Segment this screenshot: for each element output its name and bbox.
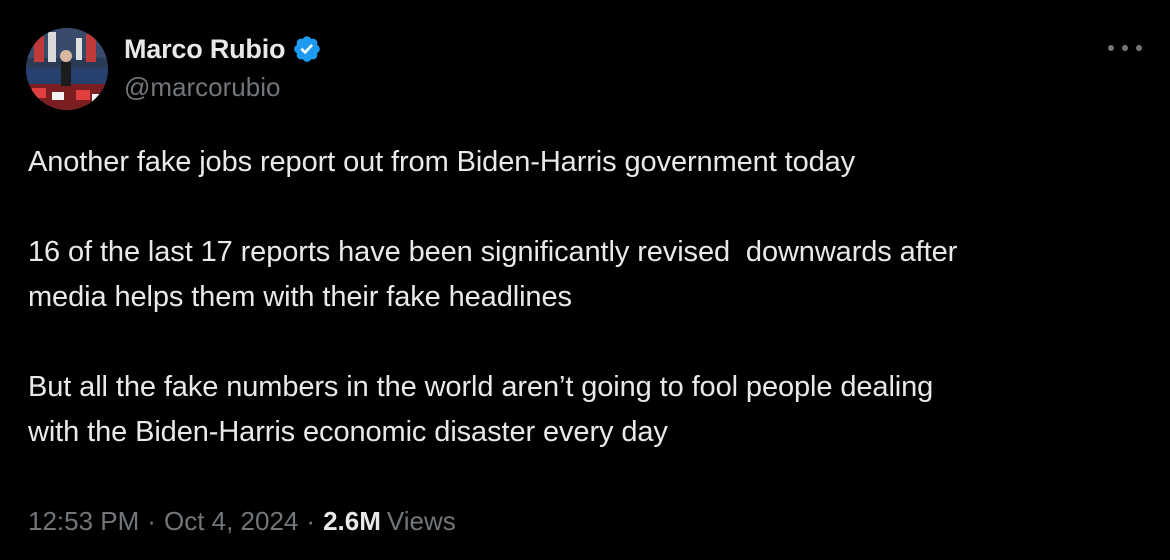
author-display-name[interactable]: Marco Rubio	[124, 34, 286, 65]
meta-separator: ·	[147, 506, 156, 536]
verified-badge-icon[interactable]	[292, 34, 322, 64]
tweet: Marco Rubio @marcorubio Another fake job…	[0, 0, 1170, 560]
more-dot	[1136, 45, 1142, 51]
tweet-text: Another fake jobs report out from Biden-…	[28, 140, 1158, 455]
more-dot	[1122, 45, 1128, 51]
more-dot	[1108, 45, 1114, 51]
tweet-date[interactable]: Oct 4, 2024	[164, 506, 298, 537]
meta-separator: ·	[306, 506, 316, 536]
author-name-row: Marco Rubio	[124, 32, 322, 66]
tweet-paragraph: But all the fake numbers in the world ar…	[28, 371, 934, 448]
tweet-paragraph: Another fake jobs report out from Biden-…	[28, 146, 856, 178]
more-options-icon[interactable]	[1108, 38, 1142, 58]
author-handle[interactable]: @marcorubio	[124, 72, 280, 103]
avatar[interactable]	[26, 28, 108, 110]
tweet-meta: 12:53 PM · Oct 4, 2024 · 2.6M Views	[28, 506, 456, 537]
views-count[interactable]: 2.6M	[323, 506, 381, 537]
avatar-photo	[26, 28, 108, 110]
tweet-paragraph: 16 of the last 17 reports have been sign…	[28, 236, 958, 313]
tweet-time[interactable]: 12:53 PM	[28, 506, 139, 537]
views-label[interactable]: Views	[387, 506, 456, 537]
